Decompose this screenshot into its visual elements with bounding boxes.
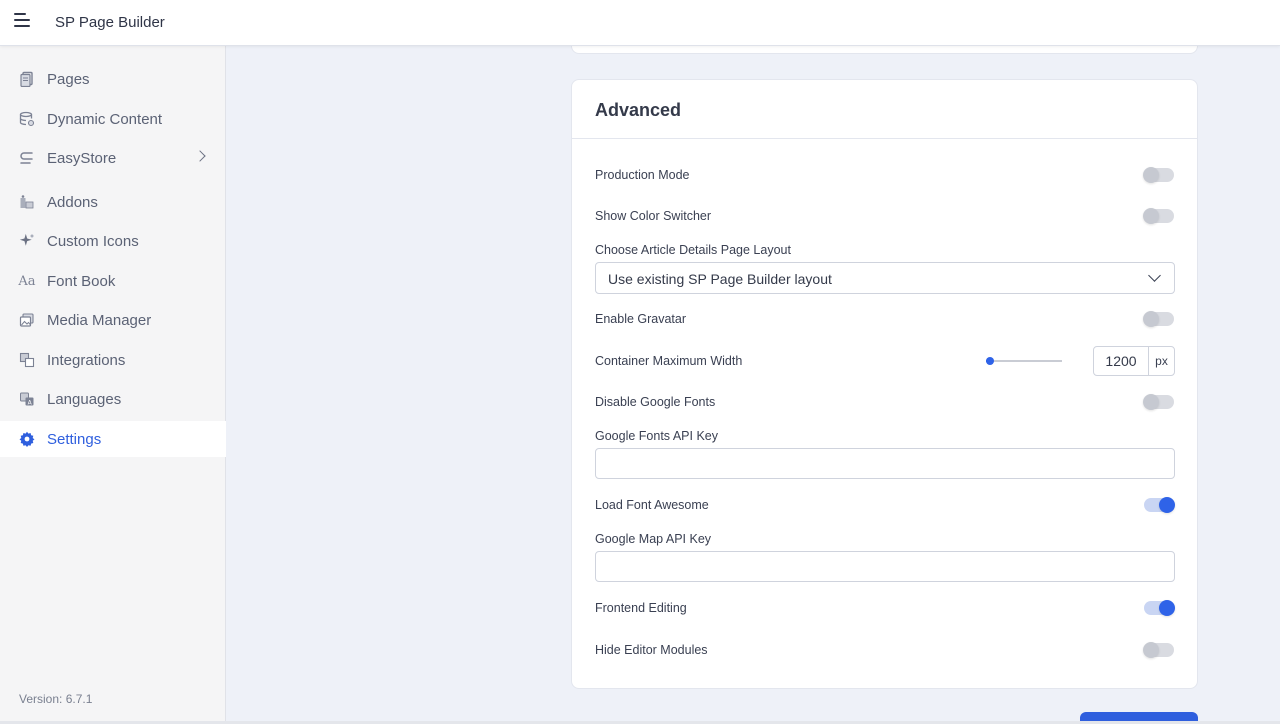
sidebar-item-pages[interactable]: Pages xyxy=(0,61,226,97)
google-map-api-key-input[interactable] xyxy=(595,551,1175,582)
hide-editor-modules-label: Hide Editor Modules xyxy=(595,643,708,657)
article-layout-label: Choose Article Details Page Layout xyxy=(595,243,791,257)
version-label: Version: 6.7.1 xyxy=(19,692,93,706)
sidebar-item-label: Integrations xyxy=(47,351,126,369)
integrations-icon xyxy=(18,351,36,369)
slider-thumb[interactable] xyxy=(986,357,994,365)
sidebar-item-custom-icons[interactable]: Custom Icons xyxy=(0,223,226,259)
card-divider xyxy=(572,138,1197,139)
show-color-switcher-label: Show Color Switcher xyxy=(595,209,712,223)
article-layout-value: Use existing SP Page Builder layout xyxy=(608,271,832,287)
load-font-awesome-label: Load Font Awesome xyxy=(595,498,709,512)
sidebar-item-label: Custom Icons xyxy=(47,232,139,250)
toggle-knob xyxy=(1143,167,1159,183)
chevron-right-icon[interactable] xyxy=(194,150,206,162)
container-width-input[interactable]: 1200 xyxy=(1093,346,1149,376)
sidebar-item-label: Dynamic Content xyxy=(47,110,163,128)
font-icon: Aa xyxy=(18,273,36,289)
google-fonts-api-key-label: Google Fonts API Key xyxy=(595,429,718,443)
sidebar-item-label: EasyStore xyxy=(47,149,117,167)
disable-google-fonts-label: Disable Google Fonts xyxy=(595,395,716,409)
top-bar: SP Page Builder xyxy=(0,0,1280,46)
pages-icon xyxy=(18,70,36,88)
google-fonts-api-key-input[interactable] xyxy=(595,448,1175,479)
sidebar-item-label: Pages xyxy=(47,70,90,88)
database-icon xyxy=(18,110,36,128)
container-width-unit: px xyxy=(1148,346,1175,376)
production-mode-toggle[interactable] xyxy=(1143,167,1174,183)
load-font-awesome-toggle[interactable] xyxy=(1144,497,1175,513)
disable-google-fonts-toggle[interactable] xyxy=(1143,394,1174,410)
card-title: Advanced xyxy=(595,100,682,120)
sidebar-item-media-manager[interactable]: Media Manager xyxy=(0,302,226,338)
sidebar-item-label: Settings xyxy=(47,430,102,448)
sidebar-item-settings[interactable]: Settings xyxy=(0,421,226,457)
advanced-settings-card: Advanced Production Mode Show Color Swit… xyxy=(571,79,1198,689)
container-width-slider[interactable] xyxy=(986,357,1062,365)
toggle-knob xyxy=(1143,642,1159,658)
easystore-icon xyxy=(18,149,36,167)
addons-icon xyxy=(18,193,36,211)
enable-gravatar-toggle[interactable] xyxy=(1143,311,1174,327)
google-map-api-key-label: Google Map API Key xyxy=(595,532,712,546)
sidebar-item-label: Addons xyxy=(47,193,98,211)
sidebar-item-dynamic-content[interactable]: Dynamic Content xyxy=(0,101,226,137)
production-mode-label: Production Mode xyxy=(595,168,690,182)
sidebar-item-easystore[interactable]: EasyStore xyxy=(0,140,226,176)
sidebar-item-integrations[interactable]: Integrations xyxy=(0,342,226,378)
toggle-knob xyxy=(1143,394,1159,410)
toggle-knob xyxy=(1143,311,1159,327)
sidebar-item-languages[interactable]: A Languages xyxy=(0,381,226,417)
article-layout-select[interactable]: Use existing SP Page Builder layout xyxy=(595,262,1175,294)
sidebar: Pages Dynamic Content EasyStore Addons C… xyxy=(0,46,226,724)
gear-icon xyxy=(18,430,36,448)
enable-gravatar-label: Enable Gravatar xyxy=(595,312,687,326)
media-icon xyxy=(18,311,36,329)
sidebar-item-label: Languages xyxy=(47,390,122,408)
toggle-knob xyxy=(1159,600,1175,616)
languages-icon: A xyxy=(18,390,36,408)
sidebar-item-font-book[interactable]: Aa Font Book xyxy=(0,263,226,299)
sparkle-icon xyxy=(18,232,36,250)
toggle-knob xyxy=(1159,497,1175,513)
sidebar-item-label: Media Manager xyxy=(47,311,152,329)
container-width-label: Container Maximum Width xyxy=(595,354,743,368)
app-title: SP Page Builder xyxy=(55,14,165,31)
sidebar-item-label: Font Book xyxy=(47,272,116,290)
hide-editor-modules-toggle[interactable] xyxy=(1143,642,1174,658)
hamburger-menu-icon[interactable] xyxy=(14,13,32,31)
chevron-down-icon xyxy=(1148,269,1161,282)
frontend-editing-label: Frontend Editing xyxy=(595,601,687,615)
toggle-knob xyxy=(1143,208,1159,224)
frontend-editing-toggle[interactable] xyxy=(1144,600,1175,616)
show-color-switcher-toggle[interactable] xyxy=(1143,208,1174,224)
sidebar-item-addons[interactable]: Addons xyxy=(0,184,226,220)
